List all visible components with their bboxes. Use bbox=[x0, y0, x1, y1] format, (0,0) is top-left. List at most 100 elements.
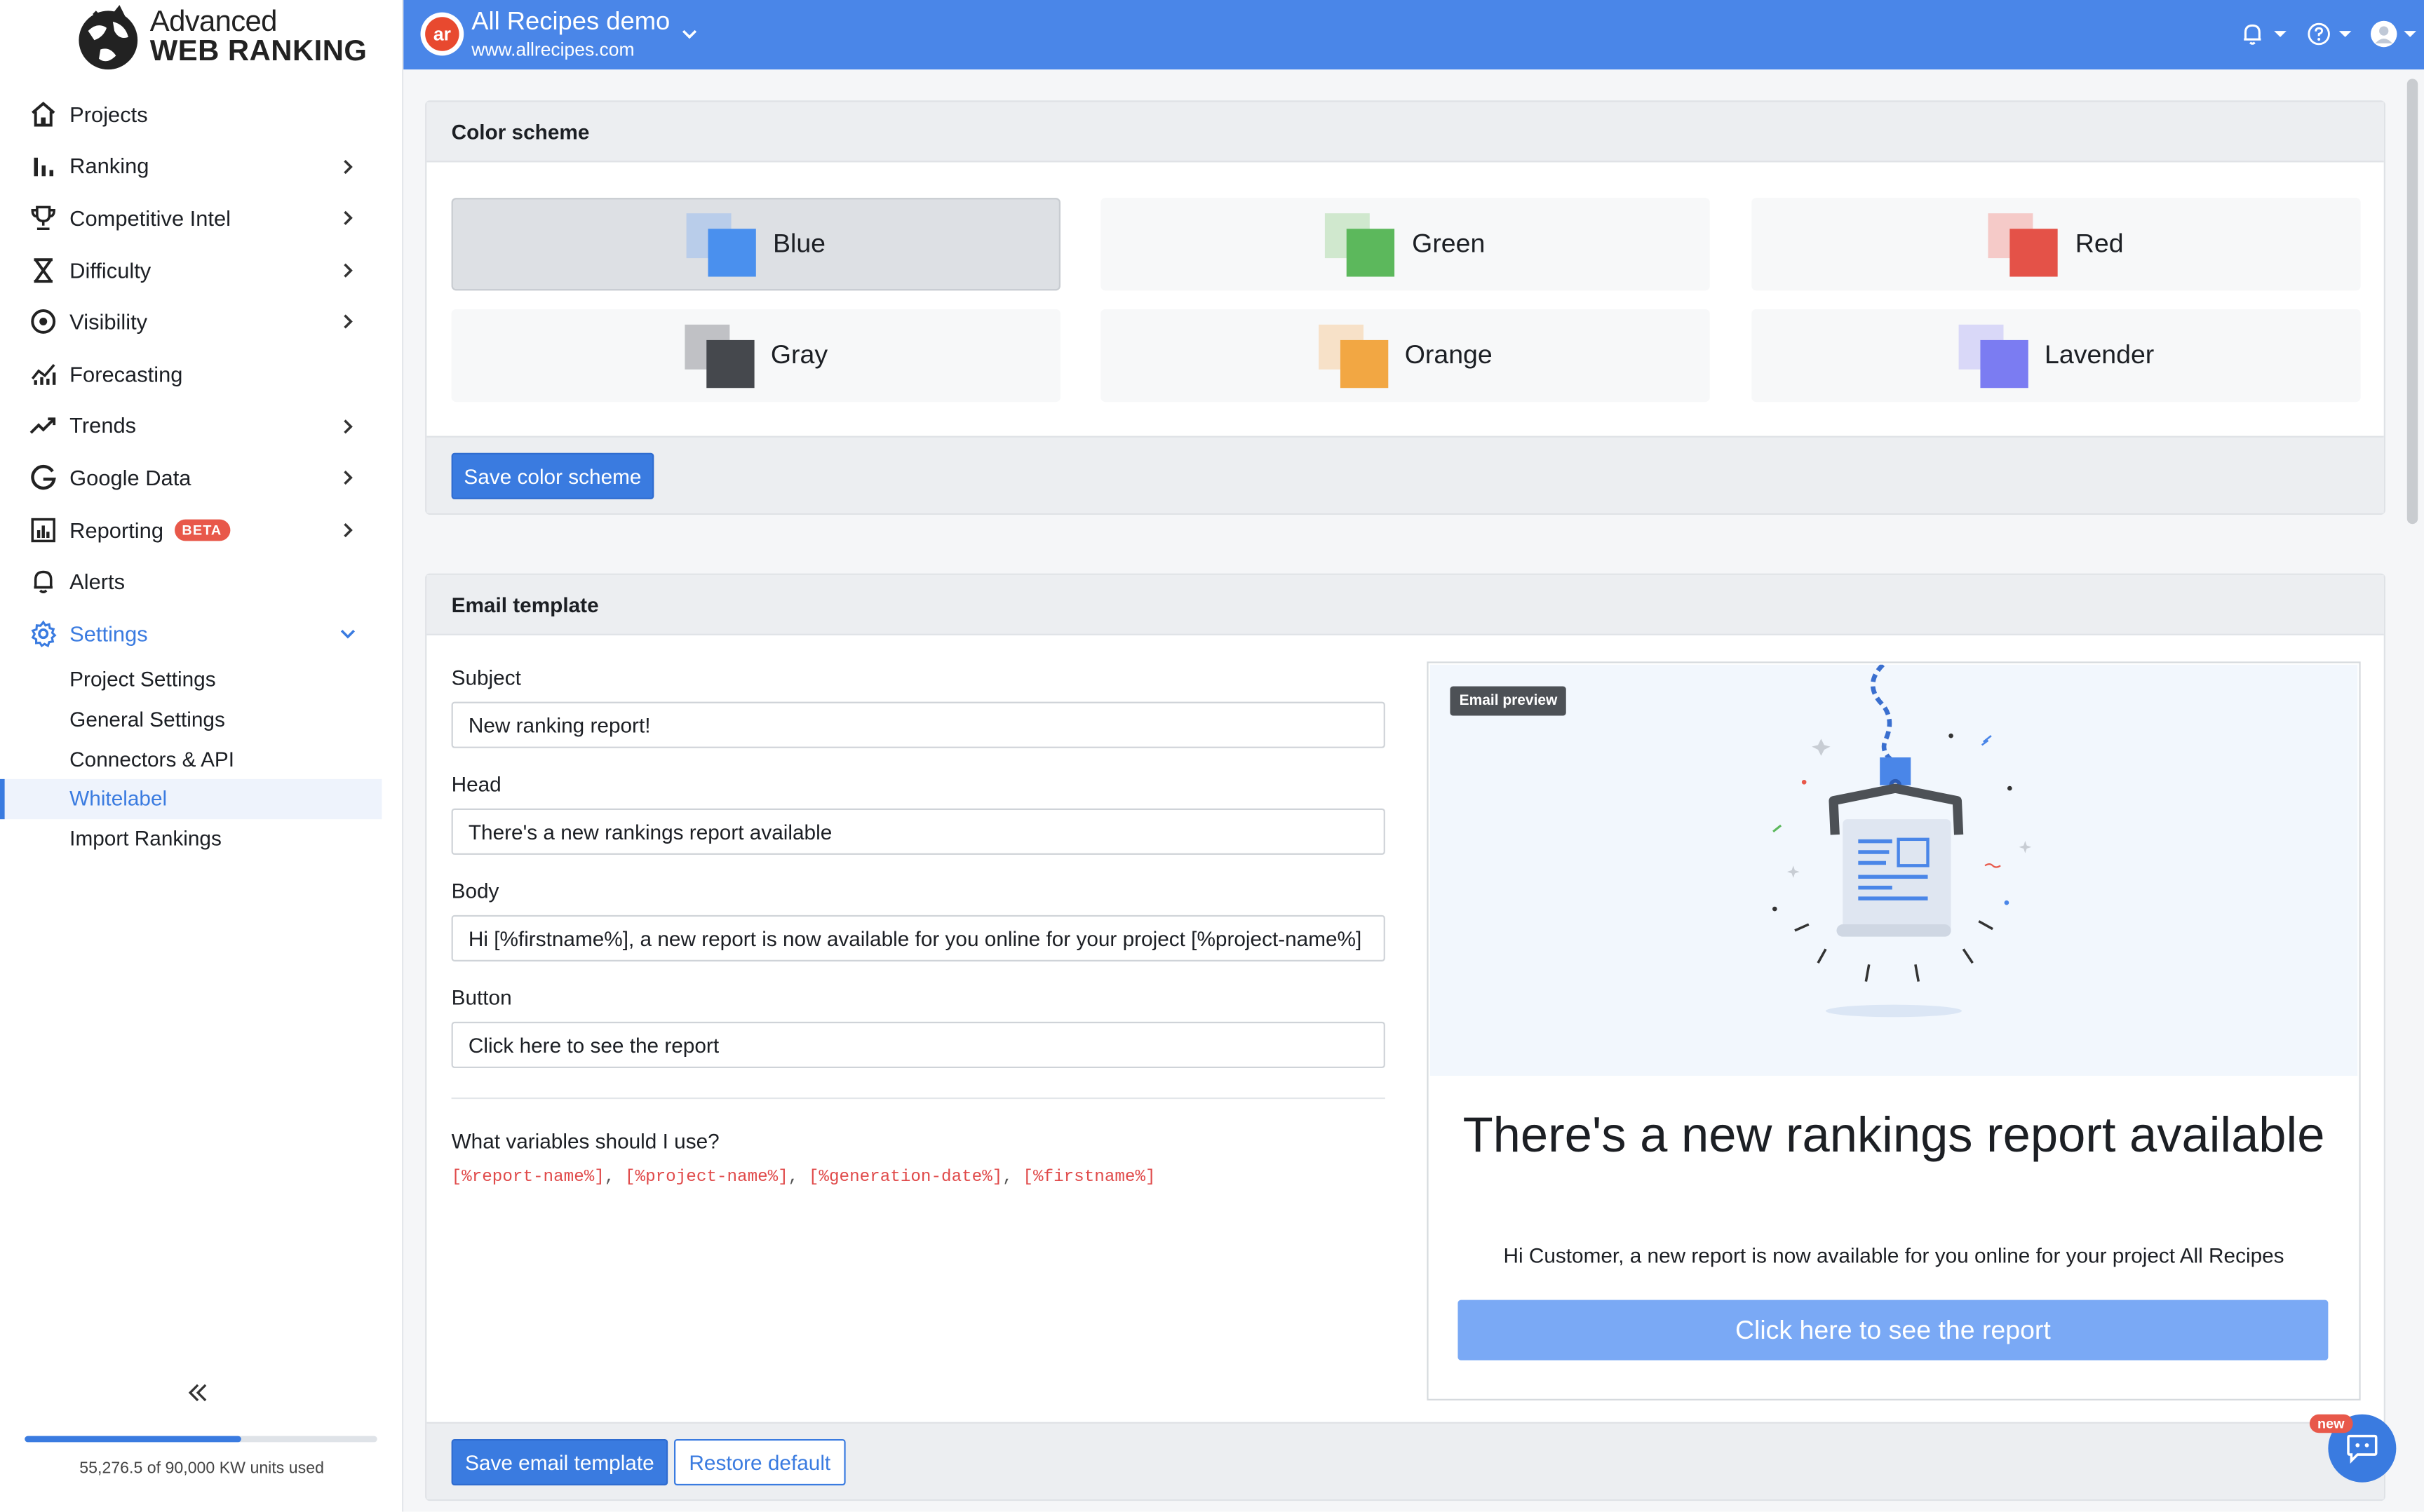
button-label: Button bbox=[451, 986, 512, 1010]
chevron-right-icon bbox=[344, 211, 353, 226]
variable-firstname: [%firstname%] bbox=[1023, 1168, 1156, 1187]
variables-list: [%report-name%], [%project-name%], [%gen… bbox=[451, 1168, 1156, 1187]
body-input[interactable] bbox=[451, 914, 1385, 961]
chevron-right-icon bbox=[344, 159, 353, 174]
nav-label: Alerts bbox=[69, 569, 126, 594]
body-label: Body bbox=[451, 879, 499, 903]
email-preview: Email preview There's a new rankings rep… bbox=[1427, 661, 2361, 1400]
scheme-label: Lavender bbox=[2045, 339, 2155, 370]
scheme-option-orange[interactable]: Orange bbox=[1100, 309, 1710, 403]
orange-swatch-icon bbox=[1318, 324, 1389, 389]
visibility-gear-icon bbox=[28, 306, 59, 337]
project-url: www.allrecipes.com bbox=[471, 39, 635, 60]
scheme-label: Orange bbox=[1404, 339, 1493, 370]
chevron-right-icon bbox=[344, 522, 353, 537]
report-claw-illustration-icon bbox=[1772, 664, 2032, 1018]
collapse-sidebar-icon[interactable] bbox=[185, 1380, 210, 1405]
restore-default-button[interactable]: Restore default bbox=[673, 1439, 846, 1486]
scrollbar[interactable] bbox=[2406, 79, 2418, 525]
blue-swatch-icon bbox=[686, 213, 758, 277]
chevron-down-icon bbox=[340, 629, 355, 639]
variable-project-name: [%project-name%] bbox=[624, 1168, 788, 1187]
usage-text: 55,276.5 of 90,000 KW units used bbox=[79, 1459, 324, 1478]
scheme-label: Blue bbox=[773, 229, 826, 259]
account-button[interactable] bbox=[2370, 20, 2418, 48]
save-color-scheme-button[interactable]: Save color scheme bbox=[451, 452, 654, 499]
nav-item-trends[interactable]: Trends bbox=[0, 400, 403, 452]
chevron-right-icon bbox=[344, 471, 353, 485]
beta-badge: BETA bbox=[174, 518, 230, 541]
nav-label: Settings bbox=[69, 621, 148, 646]
nav-item-difficulty[interactable]: Difficulty bbox=[0, 244, 403, 296]
subnav-general-settings[interactable]: General Settings bbox=[0, 699, 403, 739]
help-button[interactable] bbox=[2307, 20, 2353, 48]
subnav-project-settings[interactable]: Project Settings bbox=[0, 659, 403, 699]
help-icon bbox=[2308, 22, 2330, 46]
trend-up-icon bbox=[28, 410, 59, 441]
green-swatch-icon bbox=[1325, 213, 1396, 277]
brand-logo[interactable]: Advanced WEB RANKING bbox=[73, 3, 368, 71]
brand-line1: Advanced bbox=[149, 6, 278, 39]
main-nav: Projects Ranking Competitive Intel Diffi… bbox=[0, 88, 403, 859]
project-switch-chevron-down-icon[interactable] bbox=[680, 25, 699, 43]
color-scheme-footer: Save color scheme bbox=[426, 436, 2384, 513]
nav-label: Reporting bbox=[69, 517, 163, 542]
chevron-right-icon bbox=[344, 315, 353, 330]
chevron-right-icon bbox=[344, 263, 353, 278]
project-avatar[interactable]: ar bbox=[420, 12, 464, 56]
scheme-label: Red bbox=[2075, 229, 2124, 259]
trophy-icon bbox=[28, 203, 59, 234]
subnav-whitelabel[interactable]: Whitelabel bbox=[0, 778, 382, 819]
scheme-option-red[interactable]: Red bbox=[1751, 198, 2361, 291]
subnav-connectors-api[interactable]: Connectors & API bbox=[0, 739, 403, 779]
nav-item-reporting[interactable]: Reporting BETA bbox=[0, 504, 403, 555]
email-preview-banner: Email preview bbox=[1429, 664, 2358, 1076]
globe-logo-icon bbox=[79, 5, 138, 70]
nav-label: Forecasting bbox=[69, 361, 183, 386]
nav-label: Ranking bbox=[69, 154, 149, 179]
home-icon bbox=[28, 99, 59, 130]
button-text-input[interactable] bbox=[451, 1021, 1385, 1069]
nav-item-settings[interactable]: Settings bbox=[0, 607, 403, 659]
nav-item-projects[interactable]: Projects bbox=[0, 88, 403, 140]
save-email-template-button[interactable]: Save email template bbox=[451, 1439, 668, 1486]
chat-new-badge: new bbox=[2309, 1414, 2352, 1433]
scheme-option-blue[interactable]: Blue bbox=[451, 198, 1061, 291]
sidebar: Advanced WEB RANKING Projects Ranking Co… bbox=[0, 0, 404, 1512]
bell-icon bbox=[2244, 24, 2261, 45]
bar-chart-icon bbox=[28, 151, 59, 182]
nav-item-google-data[interactable]: Google Data bbox=[0, 452, 403, 504]
subject-input[interactable] bbox=[451, 701, 1385, 748]
color-scheme-card: Color scheme Blue Green Red Gray Orange bbox=[425, 100, 2385, 515]
variable-report-name: [%report-name%] bbox=[451, 1168, 605, 1187]
caret-down-icon bbox=[2338, 31, 2352, 37]
top-header: ar All Recipes demo www.allrecipes.com bbox=[403, 0, 2424, 70]
project-title[interactable]: All Recipes demo bbox=[471, 8, 670, 37]
nav-item-forecasting[interactable]: Forecasting bbox=[0, 348, 403, 400]
email-template-footer: Save email template Restore default bbox=[426, 1422, 2384, 1499]
nav-item-ranking[interactable]: Ranking bbox=[0, 140, 403, 192]
notifications-button[interactable] bbox=[2240, 20, 2288, 48]
red-swatch-icon bbox=[1988, 213, 2059, 277]
google-icon bbox=[28, 462, 59, 493]
subnav-import-rankings[interactable]: Import Rankings bbox=[0, 819, 403, 859]
nav-item-alerts[interactable]: Alerts bbox=[0, 555, 403, 607]
head-label: Head bbox=[451, 773, 501, 797]
scheme-option-lavender[interactable]: Lavender bbox=[1751, 309, 2361, 403]
usage-progress-fill bbox=[25, 1436, 241, 1443]
scheme-option-gray[interactable]: Gray bbox=[451, 309, 1061, 403]
email-preview-heading: There's a new rankings report available bbox=[1462, 1107, 2325, 1163]
head-input[interactable] bbox=[451, 808, 1385, 855]
nav-label: Trends bbox=[69, 413, 137, 438]
nav-label: Visibility bbox=[69, 309, 148, 335]
email-template-card: Email template Subject Head Body Button … bbox=[425, 573, 2385, 1501]
variable-generation-date: [%generation-date%] bbox=[808, 1168, 1003, 1187]
variables-title: What variables should I use? bbox=[451, 1130, 720, 1154]
scheme-option-green[interactable]: Green bbox=[1100, 198, 1710, 291]
hourglass-icon bbox=[28, 255, 59, 285]
forecast-chart-icon bbox=[28, 358, 59, 389]
subject-label: Subject bbox=[451, 666, 521, 690]
nav-item-competitive-intel[interactable]: Competitive Intel bbox=[0, 192, 403, 244]
nav-item-visibility[interactable]: Visibility bbox=[0, 296, 403, 348]
email-preview-button[interactable]: Click here to see the report bbox=[1457, 1300, 2329, 1361]
